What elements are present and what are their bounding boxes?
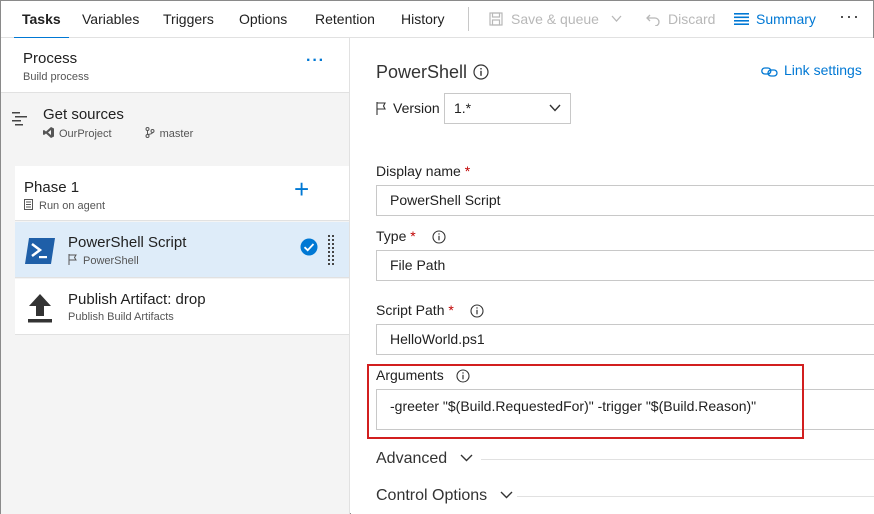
type-label: Type * — [376, 228, 446, 244]
powershell-icon — [25, 238, 55, 264]
task-item-powershell[interactable]: PowerShell Script PowerShell — [15, 222, 349, 278]
chevron-down-icon — [460, 454, 473, 462]
drag-handle-icon[interactable] — [328, 235, 334, 265]
discard-label: Discard — [668, 11, 716, 27]
more-actions-button[interactable]: ··· — [839, 1, 860, 38]
add-task-button[interactable]: + — [294, 176, 309, 202]
tab-history[interactable]: History — [401, 1, 445, 38]
toolbar-separator — [468, 7, 469, 31]
save-queue-button[interactable]: Save & queue — [489, 1, 622, 38]
script-path-input[interactable]: HelloWorld.ps1 — [376, 324, 874, 355]
chevron-down-icon — [611, 15, 622, 22]
task-detail-title: PowerShell — [376, 62, 468, 82]
type-select[interactable]: File Path — [376, 250, 874, 281]
get-sources-item[interactable]: Get sources OurProject master — [1, 94, 349, 148]
flag-icon — [68, 254, 77, 265]
task-title: PowerShell Script — [68, 234, 187, 251]
section-divider — [481, 459, 874, 460]
phase-subtitle: Run on agent — [24, 199, 105, 212]
section-divider — [517, 496, 874, 497]
tab-options[interactable]: Options — [239, 1, 287, 38]
required-marker: * — [410, 228, 416, 244]
script-path-label: Script Path * — [376, 302, 484, 318]
version-select[interactable]: 1.* — [444, 93, 571, 124]
flag-icon — [376, 102, 386, 115]
chevron-down-icon — [549, 104, 561, 112]
info-icon[interactable] — [456, 369, 470, 383]
info-icon[interactable] — [470, 304, 484, 318]
link-icon — [761, 67, 778, 77]
check-circle-icon — [300, 238, 318, 256]
process-more-button[interactable]: ··· — [306, 52, 325, 70]
info-icon[interactable] — [432, 230, 446, 244]
agent-icon — [24, 199, 33, 210]
phase-item[interactable]: Phase 1 Run on agent + — [15, 166, 349, 221]
advanced-section-toggle[interactable]: Advanced — [376, 450, 473, 468]
control-options-section-toggle[interactable]: Control Options — [376, 487, 513, 505]
link-settings-label: Link settings — [784, 62, 862, 78]
display-name-input[interactable]: PowerShell Script — [376, 185, 874, 216]
task-title: Publish Artifact: drop — [68, 291, 206, 308]
required-marker: * — [448, 302, 454, 318]
task-subtitle: Publish Build Artifacts — [68, 311, 174, 323]
get-sources-meta: OurProject master — [43, 127, 193, 140]
process-subtitle: Build process — [23, 71, 90, 83]
arguments-label: Arguments — [376, 367, 470, 383]
info-icon[interactable] — [473, 64, 489, 80]
required-marker: * — [464, 163, 471, 179]
phase-title: Phase 1 — [24, 179, 80, 196]
version-label-text: Version — [393, 100, 440, 116]
list-icon — [734, 13, 749, 25]
tab-variables[interactable]: Variables — [82, 1, 139, 38]
task-subtitle: PowerShell — [68, 254, 139, 267]
version-label: Version — [376, 100, 440, 116]
branch-icon — [145, 127, 155, 138]
phase-subtitle-text: Run on agent — [39, 200, 106, 212]
display-name-label: Display name * — [376, 163, 471, 179]
task-list-panel: Process Build process ··· Get sources Ou… — [1, 38, 350, 514]
save-icon — [489, 12, 503, 26]
tab-retention[interactable]: Retention — [315, 1, 375, 38]
get-sources-title: Get sources — [43, 106, 124, 123]
undo-icon — [646, 14, 660, 27]
process-title: Process — [23, 50, 78, 67]
upload-icon — [28, 294, 52, 323]
branch-name: master — [159, 128, 194, 141]
arguments-input[interactable]: -greeter "$(Build.RequestedFor)" -trigge… — [376, 389, 874, 430]
summary-label: Summary — [756, 11, 816, 27]
task-detail-panel: PowerShell Link settings Version 1.* Dis… — [351, 38, 874, 514]
task-item-publish-artifact[interactable]: Publish Artifact: drop Publish Build Art… — [15, 279, 349, 335]
save-queue-label: Save & queue — [511, 11, 599, 27]
task-subtitle-text: PowerShell — [83, 255, 139, 267]
summary-button[interactable]: Summary — [734, 1, 816, 38]
process-item[interactable]: Process Build process ··· — [1, 38, 349, 93]
chevron-down-icon — [500, 491, 513, 499]
source-list-icon — [12, 112, 27, 126]
version-value: 1.* — [454, 100, 472, 116]
project-name: OurProject — [59, 128, 112, 141]
link-settings-link[interactable]: Link settings — [761, 62, 862, 78]
discard-button[interactable]: Discard — [646, 1, 715, 38]
toolbar: Tasks Variables Triggers Options Retenti… — [1, 1, 873, 39]
tab-triggers[interactable]: Triggers — [163, 1, 214, 38]
tab-tasks[interactable]: Tasks — [14, 1, 69, 39]
visual-studio-icon — [43, 127, 54, 138]
